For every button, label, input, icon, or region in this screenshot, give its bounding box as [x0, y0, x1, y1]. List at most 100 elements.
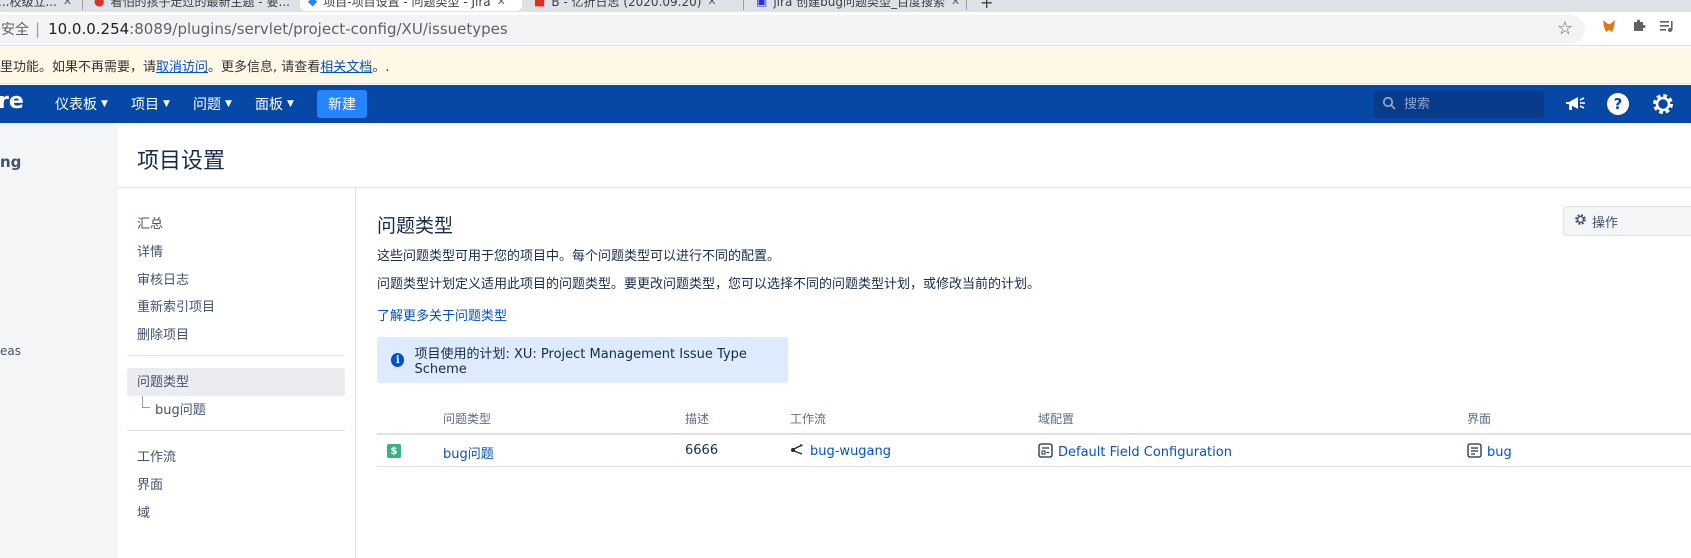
help-icon[interactable]: ? — [1605, 91, 1631, 117]
browser-tab[interactable]: ■ B - 亿折日志 (2020.09.20) ✕ — [526, 0, 741, 11]
actions-label: 操作 — [1592, 215, 1619, 231]
tab-title: ...校级立... — [0, 0, 57, 9]
workflow-cell[interactable]: bug-wugang — [790, 443, 891, 460]
url-omnibox[interactable]: 安全 | 10.0.0.254:8089/plugins/servlet/pro… — [0, 15, 1585, 43]
tab-separator — [82, 0, 83, 10]
column-header-workflow: 工作流 — [790, 412, 827, 426]
create-button[interactable]: 新建 — [317, 90, 367, 118]
tree-branch-icon — [142, 396, 150, 408]
tab-title: B - 亿折日志 (2020.09.20) — [551, 0, 702, 9]
search-icon — [1382, 95, 1396, 114]
issue-type-link[interactable]: bug问题 — [443, 443, 494, 462]
settings-nav-audit-log[interactable]: 审核日志 — [137, 269, 189, 288]
settings-nav-fields[interactable]: 域 — [137, 502, 150, 521]
close-icon[interactable]: ✕ — [497, 0, 506, 8]
tab-separator — [966, 0, 967, 10]
nav-label: 项目 — [131, 97, 159, 113]
browser-tab[interactable]: ...校级立... ✕ — [0, 0, 80, 11]
description-text: 这些问题类型可用于您的项目中。每个问题类型可以进行不同的配置。 — [377, 249, 781, 264]
screen-link[interactable]: bug — [1487, 445, 1512, 460]
nav-boards[interactable]: 面板 ▼ — [255, 85, 294, 123]
field-config-link[interactable]: Default Field Configuration — [1058, 445, 1232, 460]
header-search[interactable] — [1374, 91, 1544, 118]
gear-icon — [1574, 213, 1587, 230]
url-host: 10.0.0.254 — [48, 20, 130, 38]
close-icon[interactable]: ✕ — [707, 0, 716, 8]
section-title: 问题类型 — [377, 215, 454, 237]
page-header: 项目设置 — [118, 123, 1691, 188]
project-name[interactable]: ng — [0, 153, 21, 171]
settings-nav-details[interactable]: 详情 — [137, 241, 163, 260]
jira-logo[interactable]: re — [0, 89, 24, 114]
megaphone-icon[interactable] — [1562, 91, 1588, 117]
nav-label: 问题 — [193, 97, 221, 113]
jira-header: re 仪表板 ▼ 项目 ▼ 问题 ▼ 面板 ▼ 新建 ? — [0, 85, 1691, 123]
star-icon[interactable]: ☆ — [1557, 18, 1573, 39]
description-text: 问题类型计划定义适用此项目的问题类型。要更改问题类型，您可以选择不同的问题类型计… — [377, 277, 1041, 292]
column-header-description: 描述 — [685, 412, 710, 426]
chevron-down-icon: ▼ — [101, 99, 108, 109]
table-row-divider — [377, 466, 1691, 467]
settings-nav-summary[interactable]: 汇总 — [137, 213, 163, 232]
security-label[interactable]: 安全 — [0, 19, 29, 39]
learn-more-link[interactable]: 了解更多关于问题类型 — [377, 305, 507, 324]
nav-divider — [127, 430, 345, 431]
url-path: :8089/plugins/servlet/project-config/XU/… — [129, 20, 508, 38]
revoke-access-link[interactable]: 取消访问 — [156, 56, 208, 75]
field-config-cell[interactable]: Default Field Configuration — [1038, 443, 1232, 462]
nav-projects[interactable]: 项目 ▼ — [131, 85, 170, 123]
workflow-icon — [790, 443, 805, 460]
browser-address-bar: 安全 | 10.0.0.254:8089/plugins/servlet/pro… — [0, 12, 1691, 46]
project-sidebar: ng eas — [0, 123, 118, 558]
chevron-down-icon: ▼ — [225, 99, 232, 109]
search-input[interactable] — [1404, 97, 1524, 112]
sidebar-item-label[interactable]: eas — [0, 344, 21, 358]
screen-icon — [1467, 443, 1482, 462]
chevron-down-icon: ▼ — [163, 99, 170, 109]
scheme-info-text: 项目使用的计划: XU: Project Management Issue Ty… — [414, 347, 747, 377]
tab-title: 看怕的孩子走过的最新主题 - 要... — [110, 0, 290, 9]
info-banner: 里功能。如果不再需要，请 取消访问 。更多信息, 请查看 相关文档 。. — [0, 47, 1691, 84]
playlist-icon[interactable] — [1659, 18, 1675, 38]
settings-nav-workflows[interactable]: 工作流 — [137, 446, 176, 465]
settings-nav-delete[interactable]: 删除项目 — [137, 324, 189, 343]
browser-tab-strip: ...校级立... ✕ ● 看怕的孩子走过的最新主题 - 要... ✕ ◆ 项目… — [0, 0, 1691, 12]
column-header-issue-type: 问题类型 — [443, 412, 492, 426]
banner-text: 。. — [372, 59, 390, 75]
nav-dashboards[interactable]: 仪表板 ▼ — [55, 85, 108, 123]
gear-icon[interactable] — [1650, 91, 1676, 117]
close-icon[interactable]: ✕ — [951, 0, 960, 8]
settings-nav-reindex[interactable]: 重新索引项目 — [137, 296, 215, 315]
new-tab-icon[interactable]: + — [980, 0, 993, 12]
field-config-icon — [1038, 443, 1053, 462]
banner-text: 。更多信息, 请查看 — [208, 59, 321, 75]
chevron-down-icon: ▼ — [287, 99, 294, 109]
browser-tab[interactable]: ▣ jira 创建bug问题类型_百度搜索 ✕ — [748, 0, 963, 11]
nav-divider — [127, 355, 345, 356]
issue-type-dollar-icon: $ — [387, 444, 401, 458]
baidu-favicon-icon: ▣ — [756, 0, 768, 8]
actions-button[interactable]: 操作 — [1563, 206, 1691, 236]
docs-link[interactable]: 相关文档 — [320, 56, 372, 75]
nav-label: 仪表板 — [55, 97, 97, 113]
workflow-link[interactable]: bug-wugang — [810, 444, 891, 459]
screen-cell[interactable]: bug — [1467, 443, 1512, 462]
browser-tab[interactable]: ● 看怕的孩子走过的最新主题 - 要... ✕ — [86, 0, 296, 11]
nav-issues[interactable]: 问题 ▼ — [193, 85, 232, 123]
info-icon: i — [391, 353, 405, 367]
settings-nav-bug-issue[interactable]: bug问题 — [155, 399, 206, 418]
settings-nav: 汇总 详情 审核日志 重新索引项目 删除项目 问题类型 bug问题 工作流 界面… — [118, 188, 356, 558]
omnibox-divider: | — [35, 20, 41, 38]
svg-text:?: ? — [1614, 95, 1623, 113]
close-icon[interactable]: ✕ — [63, 0, 72, 8]
site-favicon-icon: ● — [94, 0, 105, 8]
page-title: 项目设置 — [137, 149, 226, 174]
column-header-screen: 界面 — [1467, 412, 1492, 426]
browser-tab-active[interactable]: ◆ 项目-项目设置 - 问题类型 - Jira ✕ — [300, 0, 522, 11]
table-header-divider — [377, 433, 1691, 435]
puzzle-extension-icon[interactable] — [1631, 18, 1647, 38]
metamask-extension-icon[interactable] — [1601, 18, 1617, 38]
settings-nav-issue-types[interactable]: 问题类型 — [137, 371, 189, 390]
settings-nav-screens[interactable]: 界面 — [137, 474, 163, 493]
tab-title: jira 创建bug问题类型_百度搜索 — [773, 0, 945, 9]
